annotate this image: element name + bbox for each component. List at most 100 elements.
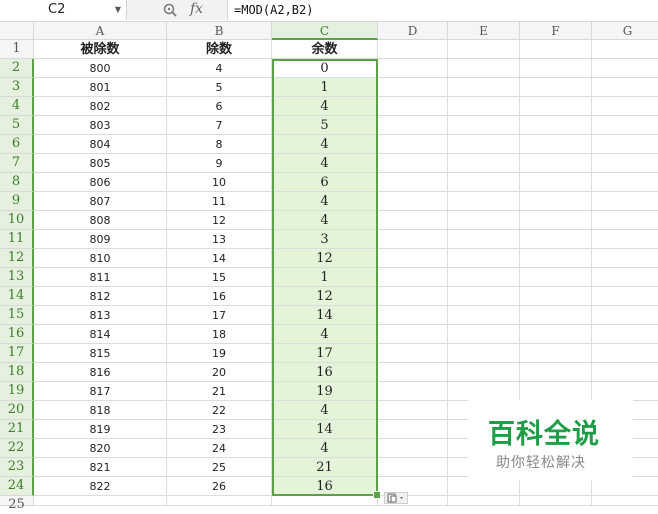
cell-f15[interactable] (520, 306, 592, 325)
cell-a25[interactable] (34, 496, 167, 506)
cell-g5[interactable] (592, 116, 658, 135)
cell-e4[interactable] (448, 97, 520, 116)
cell-e3[interactable] (448, 78, 520, 97)
cell-f11[interactable] (520, 230, 592, 249)
cell-a19[interactable]: 817 (34, 382, 167, 401)
cell-d9[interactable] (378, 192, 448, 211)
cell-g11[interactable] (592, 230, 658, 249)
cell-a24[interactable]: 822 (34, 477, 167, 496)
cell-a21[interactable]: 819 (34, 420, 167, 439)
row-header-7[interactable]: 7 (0, 154, 34, 173)
cell-f18[interactable] (520, 363, 592, 382)
row-header-21[interactable]: 21 (0, 420, 34, 439)
cell-a14[interactable]: 812 (34, 287, 167, 306)
cell-a2[interactable]: 800 (34, 59, 167, 78)
cell-f9[interactable] (520, 192, 592, 211)
cell-c6[interactable]: 4 (272, 135, 378, 154)
cell-f2[interactable] (520, 59, 592, 78)
row-header-14[interactable]: 14 (0, 287, 34, 306)
cell-e18[interactable] (448, 363, 520, 382)
cell-d6[interactable] (378, 135, 448, 154)
cell-d18[interactable] (378, 363, 448, 382)
cell-c21[interactable]: 14 (272, 420, 378, 439)
cell-a23[interactable]: 821 (34, 458, 167, 477)
cell-e5[interactable] (448, 116, 520, 135)
cell-c12[interactable]: 12 (272, 249, 378, 268)
cell-c13[interactable]: 1 (272, 268, 378, 287)
cell-b6[interactable]: 8 (167, 135, 272, 154)
cell-g12[interactable] (592, 249, 658, 268)
cell-c16[interactable]: 4 (272, 325, 378, 344)
cell-b15[interactable]: 17 (167, 306, 272, 325)
cell-c23[interactable]: 21 (272, 458, 378, 477)
cell-d1[interactable] (378, 40, 448, 59)
cell-c2[interactable]: 0 (272, 59, 378, 78)
chevron-down-icon[interactable]: ▼ (115, 0, 121, 20)
row-header-25[interactable]: 25 (0, 496, 34, 512)
cell-f25[interactable] (520, 496, 592, 506)
cell-f10[interactable] (520, 211, 592, 230)
column-header-c[interactable]: C (272, 22, 378, 40)
cell-f7[interactable] (520, 154, 592, 173)
cell-d23[interactable] (378, 458, 448, 477)
cell-b18[interactable]: 20 (167, 363, 272, 382)
cell-c24[interactable]: 16 (272, 477, 378, 496)
cell-f19[interactable] (520, 382, 592, 401)
cell-g14[interactable] (592, 287, 658, 306)
cell-g16[interactable] (592, 325, 658, 344)
cell-g3[interactable] (592, 78, 658, 97)
row-header-16[interactable]: 16 (0, 325, 34, 344)
cell-f1[interactable] (520, 40, 592, 59)
cell-b4[interactable]: 6 (167, 97, 272, 116)
cell-d14[interactable] (378, 287, 448, 306)
row-header-17[interactable]: 17 (0, 344, 34, 363)
cell-c18[interactable]: 16 (272, 363, 378, 382)
cell-f5[interactable] (520, 116, 592, 135)
cell-b1[interactable]: 除数 (167, 40, 272, 59)
cell-d15[interactable] (378, 306, 448, 325)
cell-a15[interactable]: 813 (34, 306, 167, 325)
row-header-19[interactable]: 19 (0, 382, 34, 401)
cell-g4[interactable] (592, 97, 658, 116)
cell-c8[interactable]: 6 (272, 173, 378, 192)
cell-b19[interactable]: 21 (167, 382, 272, 401)
cell-b11[interactable]: 13 (167, 230, 272, 249)
cell-f12[interactable] (520, 249, 592, 268)
cell-d7[interactable] (378, 154, 448, 173)
cell-a4[interactable]: 802 (34, 97, 167, 116)
cell-d11[interactable] (378, 230, 448, 249)
cell-e11[interactable] (448, 230, 520, 249)
cell-c20[interactable]: 4 (272, 401, 378, 420)
cell-g1[interactable] (592, 40, 658, 59)
cell-g10[interactable] (592, 211, 658, 230)
cell-e10[interactable] (448, 211, 520, 230)
cell-c1[interactable]: 余数 (272, 40, 378, 59)
cell-c15[interactable]: 14 (272, 306, 378, 325)
cell-a10[interactable]: 808 (34, 211, 167, 230)
cell-g2[interactable] (592, 59, 658, 78)
cell-e17[interactable] (448, 344, 520, 363)
cell-d4[interactable] (378, 97, 448, 116)
cell-f3[interactable] (520, 78, 592, 97)
cell-b16[interactable]: 18 (167, 325, 272, 344)
row-header-20[interactable]: 20 (0, 401, 34, 420)
cell-b7[interactable]: 9 (167, 154, 272, 173)
cell-g6[interactable] (592, 135, 658, 154)
cell-e14[interactable] (448, 287, 520, 306)
cell-e25[interactable] (448, 496, 520, 506)
cell-e16[interactable] (448, 325, 520, 344)
row-header-1[interactable]: 1 (0, 40, 34, 59)
cell-c22[interactable]: 4 (272, 439, 378, 458)
row-header-5[interactable]: 5 (0, 116, 34, 135)
cell-c19[interactable]: 19 (272, 382, 378, 401)
cell-b3[interactable]: 5 (167, 78, 272, 97)
cell-a8[interactable]: 806 (34, 173, 167, 192)
cell-a1[interactable]: 被除数 (34, 40, 167, 59)
row-header-9[interactable]: 9 (0, 192, 34, 211)
cell-a5[interactable]: 803 (34, 116, 167, 135)
cell-f14[interactable] (520, 287, 592, 306)
cell-e19[interactable] (448, 382, 520, 401)
cell-d19[interactable] (378, 382, 448, 401)
cell-b17[interactable]: 19 (167, 344, 272, 363)
cell-f16[interactable] (520, 325, 592, 344)
